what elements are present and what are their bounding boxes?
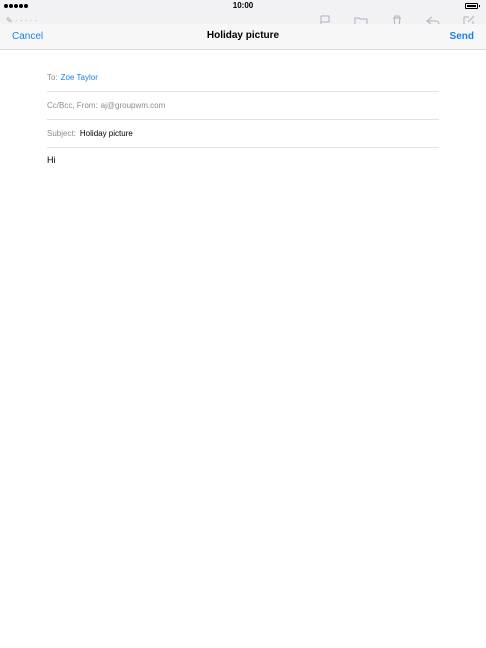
compose-nav-bar: Cancel Holiday picture Send [0, 24, 486, 50]
compose-sheet: Cancel Holiday picture Send To: Zoe Taylo… [0, 24, 486, 648]
reply-icon [426, 16, 440, 24]
subject-field[interactable]: Subject: Holiday picture [47, 120, 439, 148]
subject-label: Subject: [47, 129, 76, 138]
folder-icon [354, 17, 368, 24]
to-recipient[interactable]: Zoe Taylor [61, 73, 98, 82]
subject-input[interactable]: Holiday picture [80, 129, 133, 138]
compose-icon [463, 15, 475, 24]
status-bar: 10:00 [0, 0, 486, 12]
background-toolbar: ✎ · · · · · [0, 12, 486, 24]
to-field[interactable]: To: Zoe Taylor [47, 64, 439, 92]
from-address[interactable]: aj@groupwm.com [101, 101, 166, 110]
cc-bcc-from-label: Cc/Bcc, From: [47, 101, 98, 110]
compose-title: Holiday picture [206, 30, 280, 41]
battery-icon [465, 3, 480, 9]
send-button[interactable]: Send [450, 31, 474, 42]
status-time: 10:00 [232, 1, 254, 10]
message-body[interactable]: Hi [47, 155, 56, 165]
flag-icon [320, 15, 330, 24]
trash-icon [393, 15, 401, 24]
background-mail-app: 10:00 ✎ · · · · · [0, 0, 486, 24]
cc-bcc-from-field[interactable]: Cc/Bcc, From: aj@groupwm.com [47, 92, 439, 120]
to-label: To: [47, 73, 58, 82]
background-back-icon: ✎ · · · · · [6, 16, 38, 24]
